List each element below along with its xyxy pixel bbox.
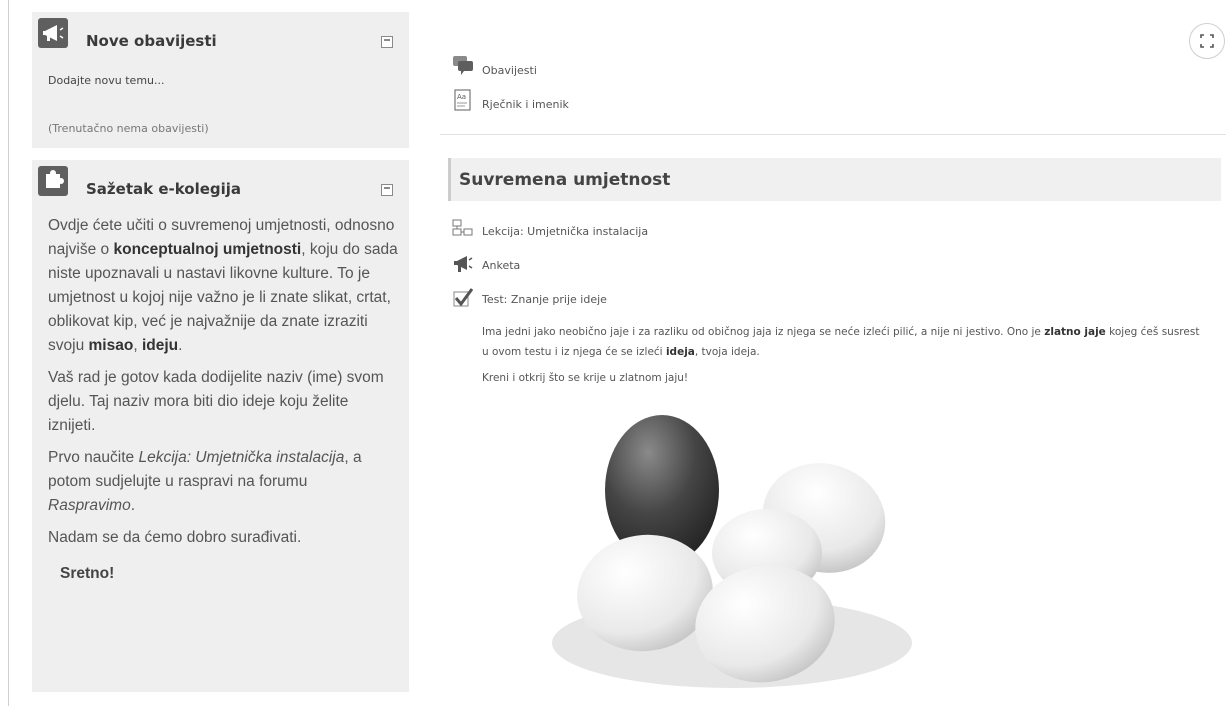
quiz-description: Ima jedni jako neobično jaje i za razlik…	[482, 326, 1200, 358]
left-window-edge	[0, 0, 9, 706]
summary-paragraph-2: Vaš rad je gotov kada dodijelite naziv (…	[48, 369, 384, 434]
lesson-activity-label: Lekcija: Umjetnička instalacija	[482, 225, 649, 238]
summary-content: Ovdje ćete učiti o suvremenoj umjetnosti…	[48, 214, 398, 594]
glossary-activity-label: Rječnik i imenik	[482, 98, 569, 111]
forum-activity-label: Obavijesti	[482, 64, 537, 77]
quiz-activity-label: Test: Znanje prije ideje	[482, 293, 607, 306]
eggs-image	[482, 398, 957, 706]
summary-paragraph-4: Nadam se da ćemo dobro surađivati.	[48, 529, 302, 546]
news-empty-text: (Trenutačno nema obavijesti)	[48, 122, 209, 135]
section-divider	[440, 134, 1226, 135]
survey-icon	[454, 256, 473, 272]
news-block-header: Nove obavijesti	[32, 12, 409, 56]
survey-activity-label: Anketa	[482, 259, 521, 272]
forum-icon	[453, 56, 473, 75]
summary-paragraph-1: Ovdje ćete učiti o suvremenoj umjetnosti…	[48, 217, 398, 354]
course-summary-block: Sažetak e-kolegija Ovdje ćete učiti o su…	[32, 160, 409, 692]
news-block-title: Nove obavijesti	[86, 32, 217, 50]
summary-signoff: Sretno!	[60, 565, 115, 582]
summary-paragraph-3: Prvo naučite Lekcija: Umjetnička instala…	[48, 449, 362, 514]
summary-collapse-icon[interactable]	[381, 184, 393, 196]
news-collapse-icon[interactable]	[381, 36, 393, 48]
megaphone-icon	[38, 18, 68, 48]
puzzle-icon	[38, 166, 68, 196]
summary-block-title: Sažetak e-kolegija	[86, 180, 242, 198]
section-header: Suvremena umjetnost	[448, 158, 1221, 201]
expand-icon[interactable]	[1189, 23, 1225, 59]
news-block: Nove obavijesti Dodajte novu temu... (Tr…	[32, 12, 409, 148]
quiz-call-to-action: Kreni i otkrij što se krije u zlatnom ja…	[482, 372, 689, 384]
add-topic-link[interactable]: Dodajte novu temu...	[48, 74, 165, 87]
svg-text:Aa: Aa	[457, 93, 466, 101]
quiz-icon	[453, 288, 474, 307]
summary-block-header: Sažetak e-kolegija	[32, 160, 409, 204]
lesson-icon	[452, 219, 473, 236]
section-title: Suvremena umjetnost	[459, 170, 671, 190]
glossary-icon: Aa	[454, 89, 471, 111]
